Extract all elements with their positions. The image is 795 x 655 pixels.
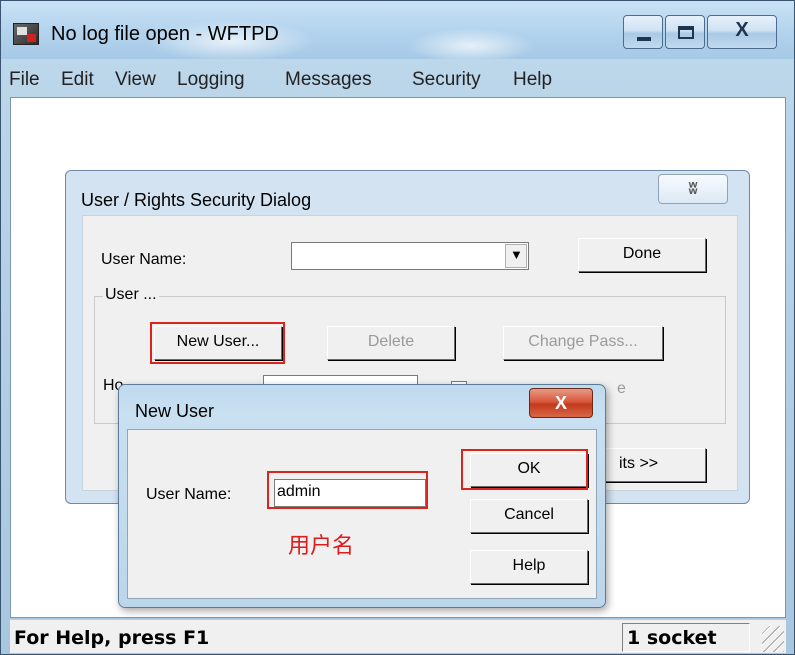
- done-button[interactable]: Done: [578, 238, 706, 272]
- wftpd-app-icon[interactable]: [13, 23, 39, 45]
- user-name-label: User Name:: [101, 251, 187, 268]
- user-name-combo[interactable]: ▼: [291, 242, 529, 270]
- maximize-button[interactable]: [665, 15, 705, 49]
- new-user-name-label: User Name:: [146, 486, 232, 503]
- status-bar: For Help, press F1 1 socket: [10, 619, 786, 653]
- menu-help[interactable]: Help: [513, 69, 552, 91]
- title-bar[interactable]: No log file open - WFTPD X: [1, 1, 794, 59]
- combo-dropdown-button[interactable]: ▼: [505, 244, 527, 268]
- chevron-down-icon: ▼: [510, 247, 523, 262]
- minimize-icon: [637, 37, 651, 41]
- username-input-highlight: [267, 471, 428, 509]
- menu-security[interactable]: Security: [412, 69, 481, 91]
- status-help-text: For Help, press F1: [14, 627, 210, 649]
- menu-file[interactable]: File: [9, 69, 40, 91]
- new-user-highlight: [150, 322, 285, 364]
- ok-button-highlight: [461, 449, 588, 490]
- menu-bar: File Edit View Logging Messages Security…: [1, 63, 794, 93]
- help-button[interactable]: Help: [470, 550, 588, 584]
- close-icon: ʬ: [688, 179, 698, 198]
- delete-button-label: Delete: [367, 333, 415, 350]
- restricted-label: e: [617, 380, 626, 397]
- maximize-icon: [678, 26, 694, 39]
- close-icon: X: [735, 19, 749, 41]
- security-dialog-title: User / Rights Security Dialog: [81, 190, 312, 210]
- minimize-button[interactable]: [623, 15, 663, 49]
- resize-grip[interactable]: [762, 626, 784, 652]
- status-sockets-pane: 1 socket: [622, 623, 750, 652]
- username-annotation: 用户名: [288, 534, 355, 559]
- user-group-label: User ...: [103, 286, 159, 304]
- delete-button[interactable]: Delete: [327, 326, 455, 360]
- window-title: No log file open - WFTPD: [51, 23, 279, 45]
- status-sockets-text: 1 socket: [627, 627, 717, 649]
- cancel-button-label: Cancel: [504, 506, 554, 523]
- menu-edit[interactable]: Edit: [61, 69, 94, 91]
- close-icon: X: [554, 393, 567, 413]
- help-button-label: Help: [512, 557, 546, 574]
- change-pass-button[interactable]: Change Pass...: [503, 326, 663, 360]
- done-button-label: Done: [622, 245, 662, 262]
- close-button[interactable]: X: [707, 15, 777, 49]
- menu-logging[interactable]: Logging: [177, 69, 245, 91]
- change-pass-button-label: Change Pass...: [528, 333, 638, 350]
- menu-messages[interactable]: Messages: [285, 69, 372, 91]
- new-user-dialog-title: New User: [135, 401, 215, 421]
- new-user-close-button[interactable]: X: [529, 388, 593, 418]
- security-dialog-close-button[interactable]: ʬ: [658, 174, 728, 204]
- menu-view[interactable]: View: [115, 69, 156, 91]
- cancel-button[interactable]: Cancel: [470, 499, 588, 533]
